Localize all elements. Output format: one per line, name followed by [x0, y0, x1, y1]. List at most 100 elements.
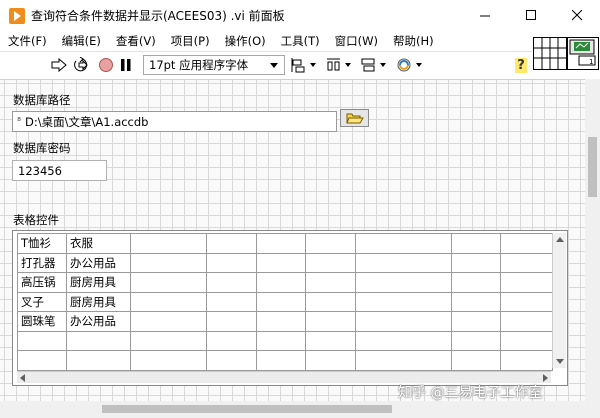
- table-cell[interactable]: [500, 252, 553, 273]
- db-password-value: 123456: [18, 163, 62, 178]
- align-objects-button[interactable]: [290, 55, 320, 75]
- table-cell[interactable]: [206, 311, 257, 332]
- menu-edit[interactable]: 编辑(E): [54, 33, 108, 49]
- table-cell[interactable]: [130, 252, 207, 273]
- run-button[interactable]: [50, 55, 68, 75]
- table-cell[interactable]: [305, 252, 356, 273]
- table-cell[interactable]: [500, 350, 553, 371]
- table-cell[interactable]: [256, 233, 306, 254]
- table-cell[interactable]: [451, 330, 501, 351]
- table-cell[interactable]: [451, 291, 501, 312]
- menu-operate[interactable]: 操作(O): [217, 33, 273, 49]
- table-cell[interactable]: [355, 233, 452, 254]
- table-vertical-scrollbar[interactable]: [552, 233, 566, 368]
- table-cell[interactable]: [130, 233, 207, 254]
- db-path-value: D:\桌面\文章\A1.accdb: [25, 114, 149, 129]
- horizontal-scroll-thumb[interactable]: [102, 405, 392, 413]
- table-cell[interactable]: [206, 272, 257, 293]
- reorder-button[interactable]: [396, 55, 426, 75]
- table-cell[interactable]: [305, 311, 356, 332]
- vi-icon[interactable]: 1: [567, 37, 599, 70]
- window-title: 查询符合条件数据并显示(ACEES03) .vi 前面板: [31, 9, 285, 23]
- table-cell[interactable]: [305, 233, 356, 254]
- table-cell[interactable]: [355, 311, 452, 332]
- table-cell[interactable]: [451, 272, 501, 293]
- resize-objects-button[interactable]: [360, 55, 390, 75]
- table-cell[interactable]: [305, 330, 356, 351]
- table-cell[interactable]: [500, 233, 553, 254]
- table-cell[interactable]: [256, 350, 306, 371]
- table-cell[interactable]: [500, 291, 553, 312]
- table-cell[interactable]: [206, 252, 257, 273]
- table-cell[interactable]: 厨房用具: [66, 291, 131, 312]
- table-cell[interactable]: [451, 233, 501, 254]
- table-cell[interactable]: [451, 252, 501, 273]
- table-cell[interactable]: [355, 330, 452, 351]
- table-cell[interactable]: [17, 330, 67, 351]
- table-cell[interactable]: [355, 291, 452, 312]
- panel-vertical-scrollbar[interactable]: [585, 79, 600, 401]
- table-cell[interactable]: [500, 330, 553, 351]
- table-cell[interactable]: 办公用品: [66, 252, 131, 273]
- browse-button[interactable]: [340, 109, 369, 127]
- menu-file[interactable]: 文件(F): [0, 33, 54, 49]
- panel-horizontal-scrollbar[interactable]: [0, 401, 600, 418]
- table-cell[interactable]: [130, 291, 207, 312]
- menu-tools[interactable]: 工具(T): [273, 33, 327, 49]
- run-continuous-icon: [74, 57, 88, 72]
- table-cell[interactable]: [206, 350, 257, 371]
- table-cell[interactable]: 高压锅: [17, 272, 67, 293]
- table-cell[interactable]: [500, 311, 553, 332]
- data-table[interactable]: T恤衫 衣服 打孔器 办公用品 高压锅 厨房用具 叉子 厨房用具 圆珠笔 办公用品: [17, 233, 553, 371]
- table-cell[interactable]: [500, 272, 553, 293]
- table-cell[interactable]: [305, 272, 356, 293]
- menu-project[interactable]: 项目(P): [163, 33, 217, 49]
- table-cell[interactable]: [130, 311, 207, 332]
- table-cell[interactable]: [130, 350, 207, 371]
- vertical-scroll-thumb[interactable]: [588, 137, 597, 197]
- table-cell[interactable]: [355, 252, 452, 273]
- table-cell[interactable]: [66, 350, 131, 371]
- table-cell[interactable]: [130, 330, 207, 351]
- minimize-button[interactable]: [462, 0, 508, 31]
- menu-help[interactable]: 帮助(H): [385, 33, 441, 49]
- table-cell[interactable]: 圆珠笔: [17, 311, 67, 332]
- table-cell[interactable]: [305, 350, 356, 371]
- table-cell[interactable]: [66, 330, 131, 351]
- table-cell[interactable]: [130, 272, 207, 293]
- maximize-button[interactable]: [508, 0, 554, 31]
- table-cell[interactable]: 衣服: [66, 233, 131, 254]
- menu-window[interactable]: 窗口(W): [327, 33, 385, 49]
- pause-button[interactable]: [118, 55, 134, 75]
- table-cell[interactable]: [256, 330, 306, 351]
- table-cell[interactable]: T恤衫: [17, 233, 67, 254]
- table-cell[interactable]: [256, 311, 306, 332]
- table-cell[interactable]: [451, 311, 501, 332]
- table-cell[interactable]: 叉子: [17, 291, 67, 312]
- table-cell[interactable]: [206, 330, 257, 351]
- context-help-button[interactable]: ?: [513, 55, 529, 75]
- table-cell[interactable]: [256, 272, 306, 293]
- menu-view[interactable]: 查看(V): [108, 33, 163, 49]
- table-cell[interactable]: [355, 272, 452, 293]
- table-cell[interactable]: [17, 350, 67, 371]
- db-path-field[interactable]: ⁸ D:\桌面\文章\A1.accdb: [12, 111, 337, 132]
- abort-button[interactable]: [96, 55, 116, 75]
- table-control[interactable]: T恤衫 衣服 打孔器 办公用品 高压锅 厨房用具 叉子 厨房用具 圆珠笔 办公用品: [12, 230, 568, 386]
- table-cell[interactable]: [206, 233, 257, 254]
- distribute-objects-button[interactable]: [325, 55, 355, 75]
- table-cell[interactable]: 办公用品: [66, 311, 131, 332]
- table-cell[interactable]: [206, 291, 257, 312]
- run-continuously-button[interactable]: [72, 55, 92, 75]
- close-button[interactable]: [554, 0, 600, 31]
- table-cell[interactable]: 厨房用具: [66, 272, 131, 293]
- table-cell[interactable]: 打孔器: [17, 252, 67, 273]
- font-select[interactable]: 17pt 应用程序字体: [143, 55, 285, 75]
- table-cell[interactable]: [355, 350, 452, 371]
- table-cell[interactable]: [451, 350, 501, 371]
- table-cell[interactable]: [305, 291, 356, 312]
- table-cell[interactable]: [256, 252, 306, 273]
- table-cell[interactable]: [256, 291, 306, 312]
- connector-pane[interactable]: [533, 37, 567, 70]
- db-password-field[interactable]: 123456: [12, 160, 107, 181]
